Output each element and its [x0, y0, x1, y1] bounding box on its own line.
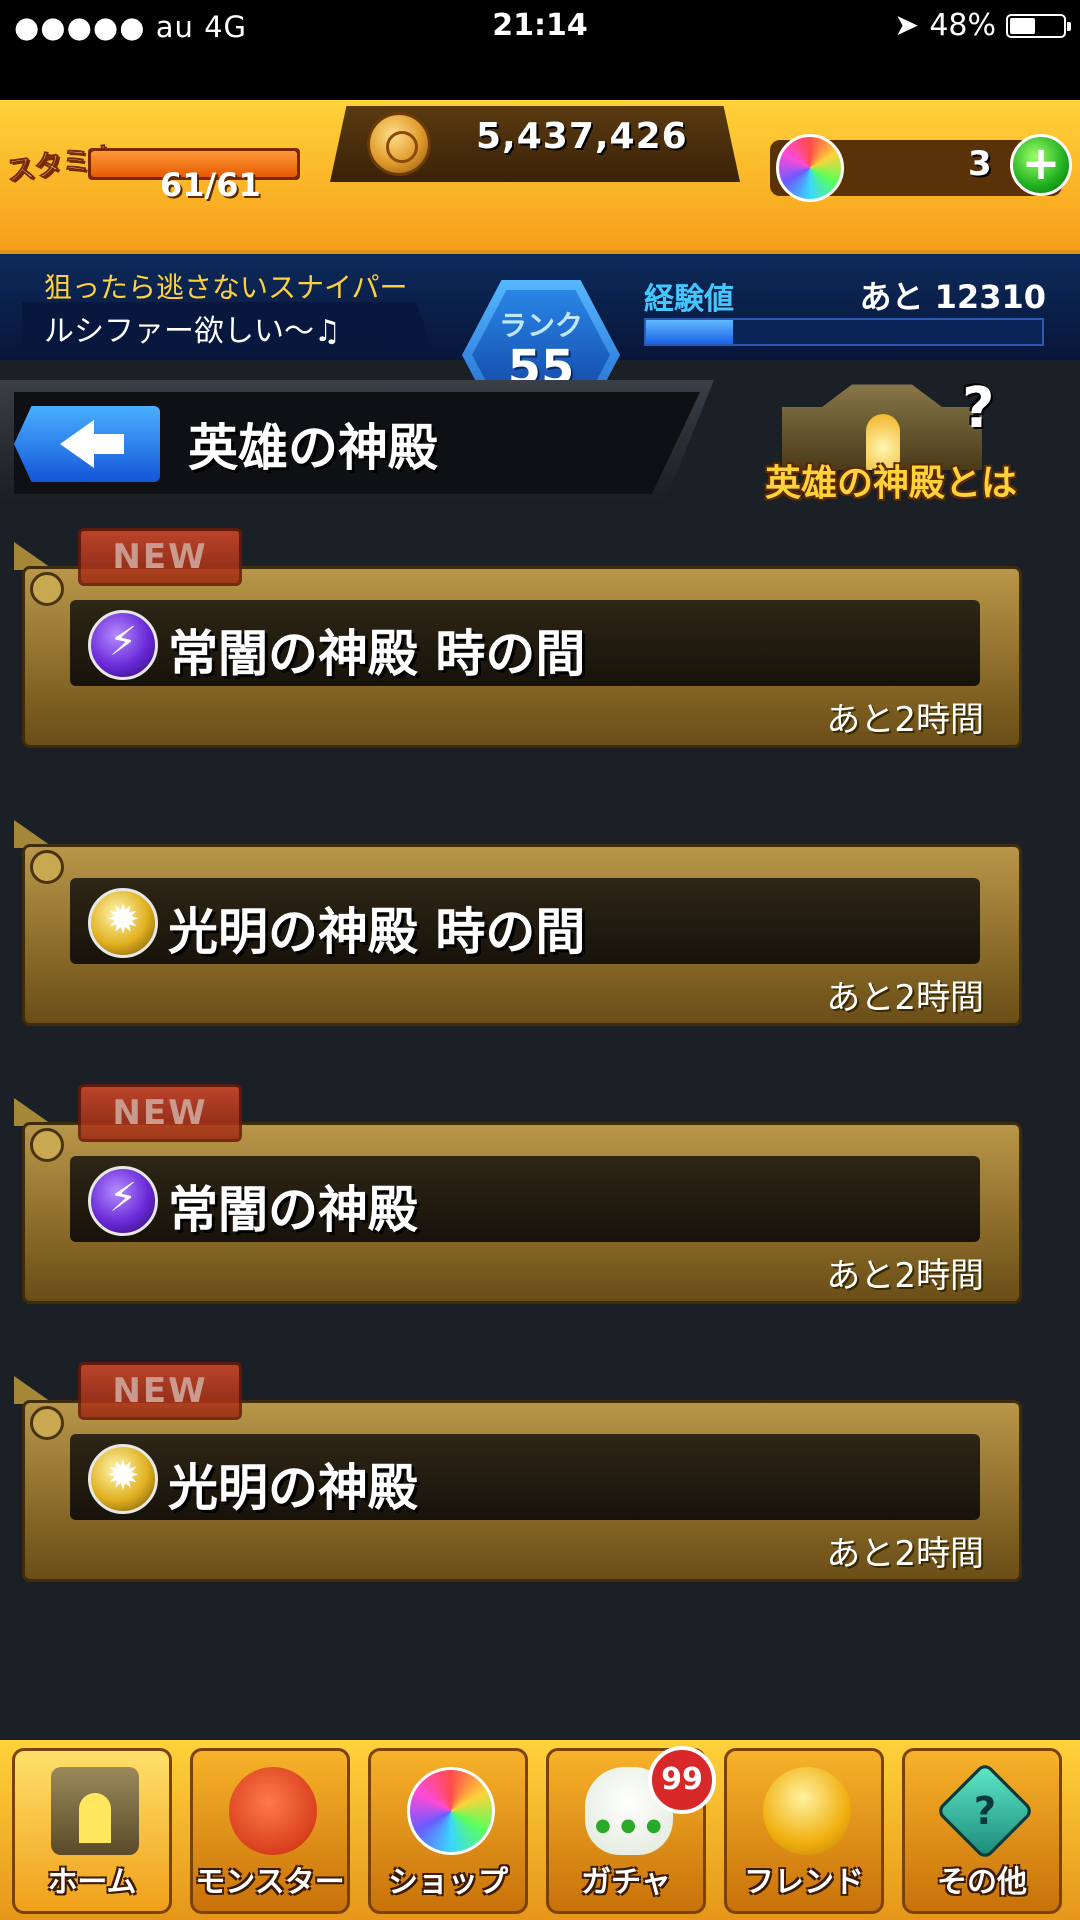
exp-bar	[644, 318, 1044, 346]
dark-element-icon: ⚡	[88, 1166, 158, 1236]
battery-percent: 48%	[929, 8, 996, 43]
new-badge: NEW	[78, 1362, 242, 1420]
status-bar: ●●●●● au 4G 21:14 ➤ 48%	[0, 0, 1080, 100]
bottom-nav: ホーム モンスター ショップ ガチャ フレンド その他	[0, 1740, 1080, 1920]
monster-icon	[229, 1767, 317, 1855]
new-badge: NEW	[78, 528, 242, 586]
dungeon-time-remaining: あと2時間	[826, 1534, 984, 1574]
light-element-icon: ✹	[88, 1444, 158, 1514]
orb-count: 3	[968, 144, 992, 184]
dungeon-item[interactable]: ✹ 光明の神殿 時の間 あと2時間	[14, 806, 1022, 1026]
nav-label: その他	[937, 1865, 1027, 1900]
dungeon-item[interactable]: NEW ⚡ 常闇の神殿 時の間 あと2時間	[14, 528, 1022, 748]
dark-element-icon: ⚡	[88, 610, 158, 680]
dungeon-name: 常闇の神殿	[168, 1181, 418, 1239]
nav-friend-button[interactable]: フレンド	[724, 1748, 884, 1914]
exp-label: 経験値	[644, 282, 734, 317]
nav-label: フレンド	[744, 1865, 864, 1900]
dungeon-name: 常闇の神殿 時の間	[168, 625, 586, 683]
dungeon-name: 光明の神殿 時の間	[168, 903, 586, 961]
exp-remaining: あと 12310	[859, 278, 1046, 316]
player-title: 狙ったら逃さないスナイパー	[44, 271, 408, 304]
back-button[interactable]	[14, 406, 160, 482]
dungeon-time-remaining: あと2時間	[826, 700, 984, 740]
dungeon-name: 光明の神殿	[168, 1459, 418, 1517]
nav-label: ショップ	[388, 1865, 508, 1900]
page-title: 英雄の神殿	[188, 419, 438, 477]
orb-icon	[776, 134, 844, 202]
coin-icon	[367, 112, 431, 176]
dungeon-time-remaining: あと2時間	[826, 978, 984, 1018]
stamina-value: 61/61	[160, 166, 261, 204]
about-temple-button[interactable]: ? 英雄の神殿とは	[742, 376, 1040, 506]
nav-home-button[interactable]: ホーム	[12, 1748, 172, 1914]
new-badge: NEW	[78, 1084, 242, 1142]
orb-icon	[407, 1767, 495, 1855]
location-arrow-icon: ➤	[894, 8, 920, 43]
buy-orb-button[interactable]: +	[1010, 134, 1072, 196]
nav-other-button[interactable]: その他	[902, 1748, 1062, 1914]
question-mark-icon: ?	[962, 376, 995, 441]
home-icon	[51, 1767, 139, 1855]
nav-monster-button[interactable]: モンスター	[190, 1748, 350, 1914]
battery-icon	[1006, 13, 1071, 38]
nav-label: ガチャ	[581, 1865, 671, 1900]
gacha-count-badge: 99	[648, 1746, 716, 1814]
gold-amount: 5,437,426	[476, 116, 688, 157]
light-element-icon: ✹	[88, 888, 158, 958]
nav-label: ホーム	[47, 1865, 137, 1900]
friends-icon	[763, 1767, 851, 1855]
dungeon-time-remaining: あと2時間	[826, 1256, 984, 1296]
about-temple-label: 英雄の神殿とは	[764, 463, 1017, 504]
dungeon-item[interactable]: NEW ⚡ 常闇の神殿 あと2時間	[14, 1084, 1022, 1304]
nav-label: モンスター	[195, 1865, 345, 1900]
back-arrow-icon	[60, 420, 94, 468]
player-comment[interactable]: ルシファー欲しい～♫	[44, 306, 341, 350]
other-icon	[935, 1761, 1035, 1861]
rank-label: ランク	[498, 309, 583, 342]
dungeon-item[interactable]: NEW ✹ 光明の神殿 あと2時間	[14, 1362, 1022, 1582]
nav-shop-button[interactable]: ショップ	[368, 1748, 528, 1914]
